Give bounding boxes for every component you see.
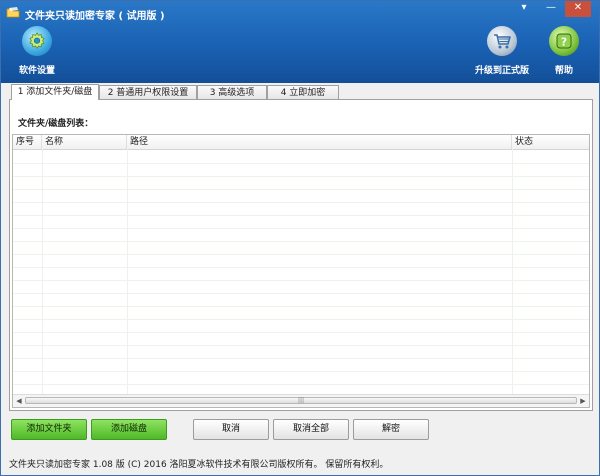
help-button[interactable]: ? 帮助 (546, 26, 582, 76)
settings-label: 软件设置 (18, 66, 55, 76)
upgrade-label: 升级到正式版 (474, 66, 529, 76)
table-header: 序号 名称 路径 状态 (13, 135, 589, 150)
column-header-status[interactable]: 状态 (512, 135, 589, 149)
tab-encrypt-now[interactable]: 4 立即加密 (267, 85, 339, 99)
row-gridline (13, 215, 589, 216)
scroll-left-icon[interactable]: ◀ (13, 395, 25, 407)
add-folder-button[interactable]: 添加文件夹 (11, 419, 87, 440)
upgrade-button[interactable]: 升级到正式版 (474, 26, 530, 76)
tab-label: 2 普通用户权限设置 (107, 88, 189, 98)
settings-button[interactable]: 软件设置 (11, 26, 63, 76)
window-title: 文件夹只读加密专家 ( 试用版 ) (25, 11, 165, 22)
minimize-icon: — (546, 2, 556, 13)
column-header-name[interactable]: 名称 (42, 135, 127, 149)
cancel-all-button[interactable]: 取消全部 (273, 419, 349, 440)
minimize-button[interactable]: — (538, 1, 564, 17)
row-gridline (13, 202, 589, 203)
folder-disk-table[interactable]: 序号 名称 路径 状态 ◀ ||| ▶ (12, 134, 590, 408)
row-gridline (13, 384, 589, 385)
grip-icon: ||| (297, 397, 305, 404)
row-gridline (13, 267, 589, 268)
row-gridline (13, 241, 589, 242)
row-gridline (13, 319, 589, 320)
help-icon: ? (549, 26, 579, 56)
row-gridline (13, 176, 589, 177)
row-gridline (13, 293, 589, 294)
list-label: 文件夹/磁盘列表： (18, 119, 94, 129)
column-header-path[interactable]: 路径 (127, 135, 512, 149)
chevron-down-icon: ▾ (521, 2, 527, 13)
status-bar-text: 文件夹只读加密专家 1.08 版 (C) 2016 洛阳夏冰软件技术有限公司版权… (9, 460, 389, 470)
scroll-right-icon[interactable]: ▶ (577, 395, 589, 407)
tab-label: 1 添加文件夹/磁盘 (17, 87, 93, 97)
column-header-index[interactable]: 序号 (13, 135, 42, 149)
add-disk-button[interactable]: 添加磁盘 (91, 419, 167, 440)
app-logo-icon (6, 7, 20, 18)
row-gridline (13, 345, 589, 346)
horizontal-scrollbar[interactable]: ◀ ||| ▶ (13, 394, 589, 407)
app-window: 文件夹只读加密专家 ( 试用版 ) ▾ — ✕ 软件设置 升级到正式版 ? 帮助… (0, 0, 600, 476)
tab-label: 3 高级选项 (209, 88, 255, 98)
tab-add-folder-disk[interactable]: 1 添加文件夹/磁盘 (11, 84, 99, 100)
row-gridline (13, 189, 589, 190)
scrollbar-thumb[interactable]: ||| (25, 397, 577, 404)
row-gridline (13, 254, 589, 255)
shopping-cart-icon (487, 26, 517, 56)
menu-dropdown-button[interactable]: ▾ (511, 1, 537, 17)
gear-icon (22, 26, 52, 56)
tab-panel: 文件夹/磁盘列表： 序号 名称 路径 状态 ◀ ||| ▶ (9, 99, 593, 411)
row-gridline (13, 332, 589, 333)
row-gridline (13, 306, 589, 307)
row-gridline (13, 280, 589, 281)
row-gridline (13, 163, 589, 164)
tab-advanced-options[interactable]: 3 高级选项 (197, 85, 267, 99)
close-icon: ✕ (573, 2, 583, 13)
decrypt-button[interactable]: 解密 (353, 419, 429, 440)
svg-text:?: ? (561, 36, 567, 49)
cancel-button[interactable]: 取消 (193, 419, 269, 440)
help-label: 帮助 (554, 66, 573, 76)
row-gridline (13, 228, 589, 229)
row-gridline (13, 358, 589, 359)
tab-user-permissions[interactable]: 2 普通用户权限设置 (99, 85, 197, 99)
row-gridline (13, 371, 589, 372)
close-button[interactable]: ✕ (565, 1, 591, 17)
tab-label: 4 立即加密 (280, 88, 326, 98)
header-bar: 文件夹只读加密专家 ( 试用版 ) ▾ — ✕ 软件设置 升级到正式版 ? 帮助 (1, 1, 599, 83)
